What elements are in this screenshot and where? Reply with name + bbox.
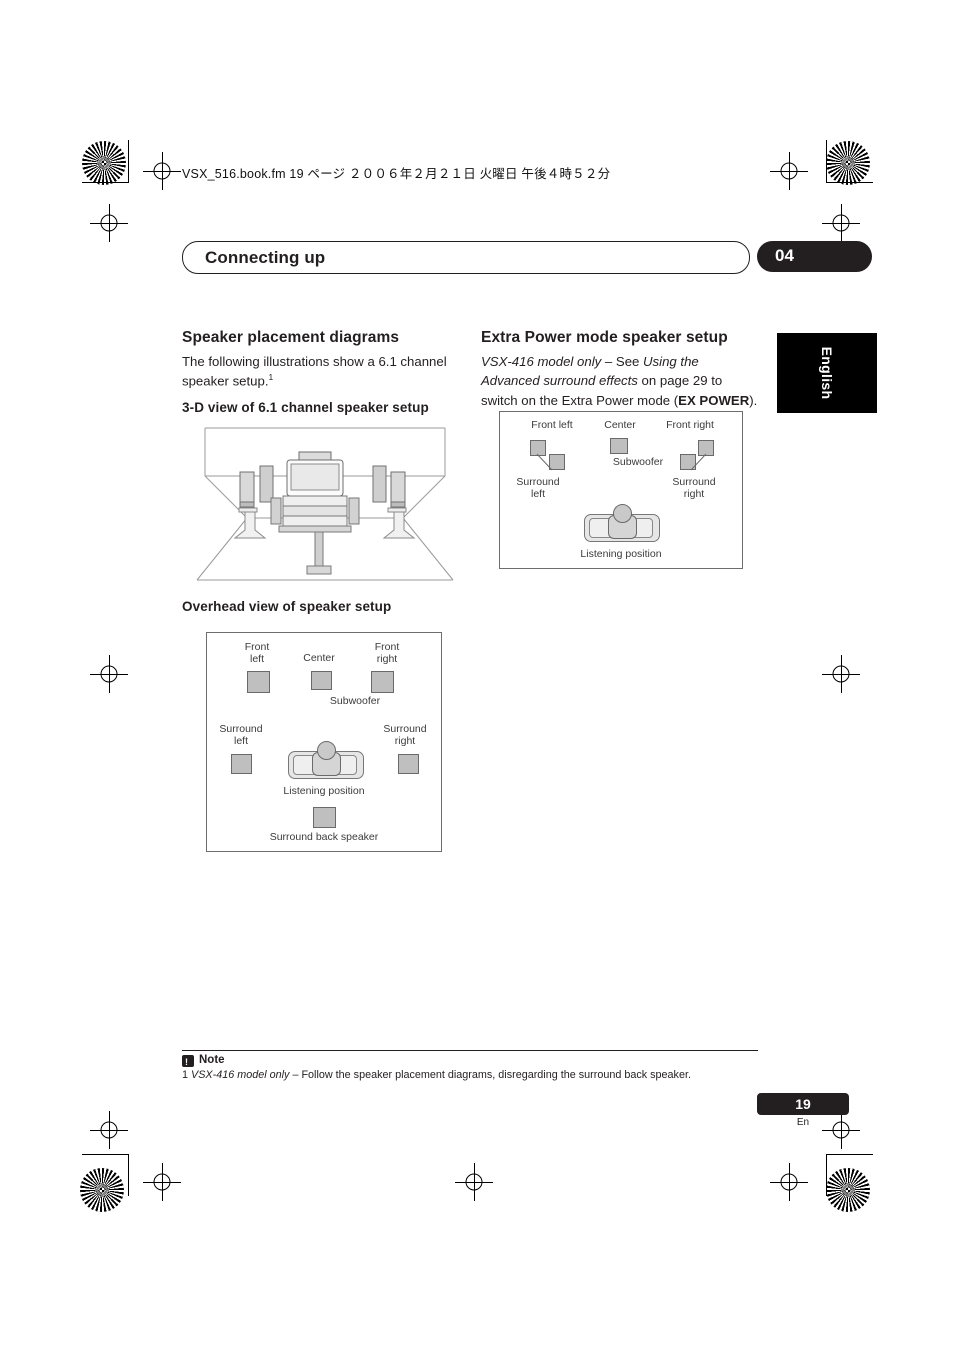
language-tab: English	[777, 333, 877, 413]
chapter-number-badge: 04	[757, 241, 872, 272]
page-number-badge: 19	[757, 1093, 849, 1115]
note-marker: 1	[182, 1069, 189, 1081]
overhead-label-center: Center	[303, 652, 335, 664]
registration-cross-left-middle	[90, 655, 128, 693]
diagram-3d-room	[195, 420, 455, 590]
registration-starburst-bottom-right	[826, 1168, 870, 1212]
note-text-italic: VSX-416 model only	[191, 1069, 290, 1081]
subheading-3d-view: 3-D view of 6.1 channel speaker setup	[182, 400, 482, 421]
expower-listening-sofa	[584, 504, 660, 544]
trim-mark-bottom-right-v	[826, 1154, 827, 1196]
section-title-bar: Connecting up	[182, 241, 750, 274]
overhead-label-front-left-text: Front left	[244, 641, 270, 666]
overhead-label-surround-right-text: Surround right	[383, 723, 427, 748]
expower-diagram: Front left Center Front right Subwoofer …	[499, 411, 743, 569]
overhead-speaker-surround-right	[398, 754, 419, 774]
footnote-marker: 1	[268, 372, 274, 383]
overhead-listening-sofa	[288, 741, 364, 781]
overhead-diagram: Front left Center Front right Subwoofer Su…	[206, 632, 442, 852]
registration-starburst-top-right	[826, 141, 870, 185]
overhead-label-front-left: Front left	[229, 641, 285, 666]
overhead-speaker-center	[311, 671, 332, 690]
registration-cross-bottom-right	[770, 1163, 808, 1201]
left-column-intro-text: The following illustrations show a 6.1 c…	[182, 354, 447, 389]
note-divider	[182, 1050, 758, 1051]
note-text-rest: – Follow the speaker placement diagrams,…	[289, 1069, 691, 1081]
overhead-label-surround-left: Surround left	[207, 723, 275, 748]
language-tab-label: English	[819, 346, 835, 400]
page: VSX_516.book.fm 19 ページ ２００６年２月２１日 火曜日 午後…	[0, 0, 954, 1351]
trim-mark-bottom-right-h	[826, 1154, 873, 1155]
trim-mark-bottom-left-v	[128, 1154, 129, 1196]
registration-cross-bottom-left	[143, 1163, 181, 1201]
subheading-overhead-label: Overhead view of speaker setup	[182, 599, 392, 614]
registration-cross-left-lower	[90, 1111, 128, 1149]
note-icon: !	[182, 1055, 194, 1067]
overhead-label-surround-left-text: Surround left	[219, 723, 263, 748]
expower-sofa-person-head	[612, 504, 632, 523]
expower-label-listening-position: Listening position	[580, 548, 662, 560]
overhead-label-subwoofer: Subwoofer	[329, 695, 381, 707]
registration-cross-top-left	[143, 152, 181, 190]
right-column-text-6: ).	[749, 392, 758, 408]
trim-mark-top-right-h	[826, 182, 873, 183]
subheading-overhead-view: Overhead view of speaker setup	[182, 599, 512, 620]
note-label: Note	[199, 1054, 225, 1066]
overhead-speaker-surround-back	[313, 807, 336, 828]
expower-connector-lines	[536, 453, 707, 471]
trim-mark-top-right-v	[826, 140, 827, 182]
overhead-label-surround-back: Surround back speaker	[269, 831, 379, 843]
right-column-body: VSX-416 model only – See Using the Advan…	[481, 352, 759, 410]
overhead-label-front-right-text: Front right	[374, 641, 400, 666]
page-title: Connecting up	[205, 248, 326, 267]
overhead-label-front-right: Front right	[359, 641, 415, 666]
registration-cross-top-right	[770, 152, 808, 190]
registration-starburst-bottom-left	[80, 1168, 124, 1212]
note-text: 1 VSX-416 model only – Follow the speake…	[182, 1069, 691, 1081]
left-column: Speaker placement diagrams The following…	[182, 329, 460, 391]
registration-cross-right-upper	[822, 204, 860, 242]
file-header-line: VSX_516.book.fm 19 ページ ２００６年２月２１日 火曜日 午後…	[182, 167, 611, 181]
note-icon-glyph: !	[185, 1056, 188, 1067]
page-number: 19	[795, 1096, 811, 1112]
overhead-label-surround-right: Surround right	[371, 723, 439, 748]
chapter-number: 04	[775, 246, 794, 265]
registration-cross-left-upper	[90, 204, 128, 242]
overhead-speaker-surround-left	[231, 754, 252, 774]
registration-cross-right-middle	[822, 655, 860, 693]
trim-mark-top-left-v	[128, 140, 129, 182]
left-column-intro: The following illustrations show a 6.1 c…	[182, 352, 460, 391]
overhead-speaker-front-right	[371, 671, 394, 693]
diagram-3d-room-svg	[196, 427, 454, 581]
subheading-3d-label: 3-D view of 6.1 channel speaker setup	[182, 400, 429, 415]
registration-cross-bottom-center	[455, 1163, 493, 1201]
right-column-text-2: – See	[601, 354, 644, 369]
page-language-code: En	[796, 1117, 810, 1128]
trim-mark-top-left-h	[82, 182, 129, 183]
overhead-label-listening-position: Listening position	[283, 785, 365, 797]
left-column-heading: Speaker placement diagrams	[182, 329, 400, 346]
right-column: Extra Power mode speaker setup VSX-416 m…	[481, 329, 759, 410]
sofa-person-head	[316, 741, 336, 760]
overhead-speaker-front-left	[247, 671, 270, 693]
trim-mark-bottom-left-h	[82, 1154, 129, 1155]
right-column-heading: Extra Power mode speaker setup	[481, 329, 728, 346]
right-column-text-italic-1: VSX-416 model only	[481, 354, 602, 369]
right-column-text-bold: EX POWER	[678, 392, 750, 408]
registration-starburst-top-left	[82, 141, 126, 185]
